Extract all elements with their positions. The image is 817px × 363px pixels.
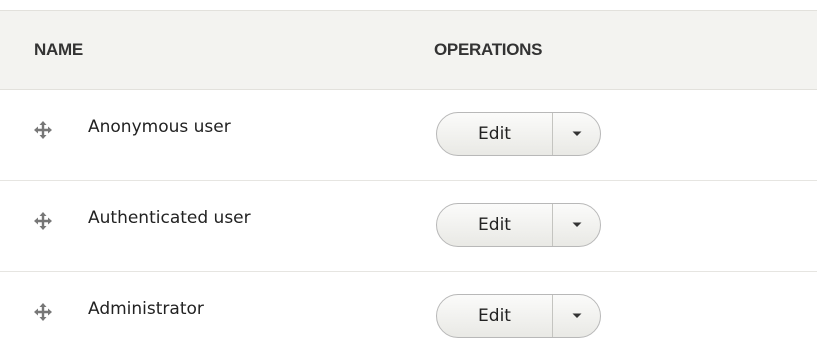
column-header-operations: OPERATIONS [434,40,543,59]
chevron-down-icon [572,222,581,227]
table-header: NAME OPERATIONS [0,10,817,90]
chevron-down-icon [572,313,581,318]
operations-toggle-button[interactable] [552,295,600,337]
roles-table: NAME OPERATIONS Anonymous user Edit Auth… [0,0,817,363]
drag-handle-icon[interactable] [33,302,53,322]
edit-button[interactable]: Edit [437,204,552,246]
chevron-down-icon [572,131,581,136]
table-row: Administrator Edit [0,272,817,363]
operations-dropbutton: Edit [436,203,601,247]
role-name: Authenticated user [88,208,251,228]
drag-handle-icon[interactable] [33,211,53,231]
column-header-name[interactable]: NAME [34,40,83,60]
operations-dropbutton: Edit [436,112,601,156]
table-row: Anonymous user Edit [0,90,817,181]
role-name: Anonymous user [88,117,231,137]
operations-toggle-button[interactable] [552,113,600,155]
edit-button[interactable]: Edit [437,295,552,337]
drag-handle-icon[interactable] [33,120,53,140]
table-row: Authenticated user Edit [0,181,817,272]
operations-toggle-button[interactable] [552,204,600,246]
edit-button[interactable]: Edit [437,113,552,155]
role-name: Administrator [88,299,204,319]
operations-dropbutton: Edit [436,294,601,338]
